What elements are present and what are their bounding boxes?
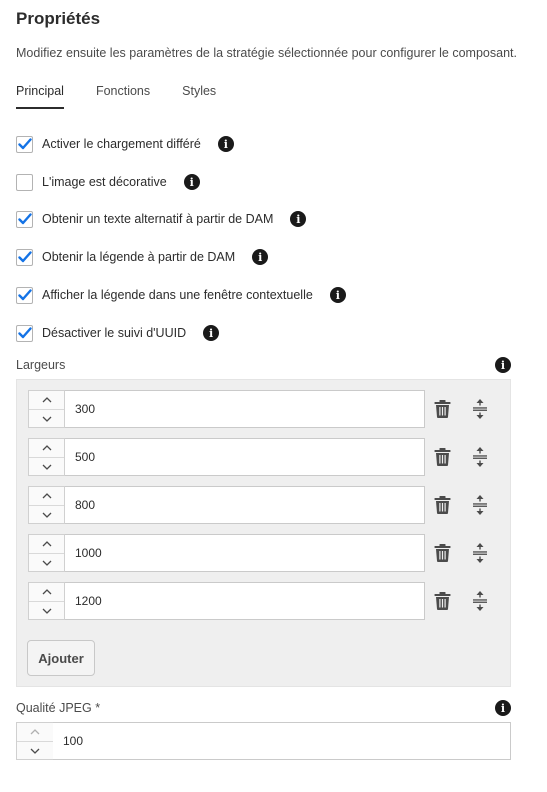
trash-icon[interactable] [434,400,451,423]
trash-icon[interactable] [434,544,451,567]
chevron-up-icon [42,541,51,547]
chevron-down-icon [42,560,51,566]
width-input[interactable]: 500 [65,438,425,476]
checkmark-icon [17,251,32,263]
decrement-button[interactable] [29,409,64,428]
increment-button[interactable] [29,583,64,601]
increment-button[interactable] [29,439,64,457]
increment-button[interactable] [29,535,64,553]
checkbox-row-alt-from-dam: Obtenir un texte alternatif à partir de … [16,209,307,229]
info-icon[interactable]: i [217,136,234,152]
trash-icon[interactable] [434,592,451,615]
tab-bar: Principal Fonctions Styles [16,83,248,110]
checkbox-caption-from-dam[interactable] [16,248,33,266]
jpeg-quality-input[interactable]: 100 [53,722,511,760]
checkbox-label: Obtenir la légende à partir de DAM [42,250,236,264]
checkbox-label: Afficher la légende dans une fenêtre con… [42,288,313,302]
jpeg-quality-label: Qualité JPEG * [16,701,101,715]
width-input[interactable]: 1200 [65,582,425,620]
chevron-down-icon [42,416,51,422]
checkmark-icon [17,213,32,225]
number-stepper [28,582,65,620]
page-title: Propriétés [16,9,101,28]
tab-fonctions[interactable]: Fonctions [96,83,150,109]
info-icon[interactable]: i [183,174,200,190]
chevron-up-icon [42,589,51,595]
chevron-up-icon [42,397,51,403]
number-stepper [28,438,65,476]
info-icon[interactable]: i [290,211,307,227]
increment-button[interactable] [29,391,64,409]
checkbox-row-caption-popup: Afficher la légende dans une fenêtre con… [16,285,346,305]
decrement-button[interactable] [29,505,64,524]
add-width-button[interactable]: Ajouter [27,640,95,676]
width-input[interactable]: 1000 [65,534,425,572]
chevron-down-icon [42,512,51,518]
info-icon[interactable]: i [495,357,511,373]
reorder-icon[interactable] [473,495,487,520]
checkbox-row-caption-from-dam: Obtenir la légende à partir de DAM i [16,247,269,267]
checkbox-row-lazy-loading: Activer le chargement différé i [16,134,234,154]
reorder-icon[interactable] [473,447,487,472]
checkbox-caption-popup[interactable] [16,286,33,304]
checkbox-label: Obtenir un texte alternatif à partir de … [42,212,274,226]
info-icon[interactable]: i [203,325,220,341]
checkbox-row-decorative: L'image est décorative i [16,172,200,192]
checkbox-row-disable-uuid: Désactiver le suivi d'UUID i [16,323,220,343]
chevron-down-icon [30,748,40,754]
widths-multifield: 300 500 800 1000 1200 Ajouter [16,379,511,687]
info-icon[interactable]: i [495,700,511,716]
checkbox-alt-from-dam[interactable] [16,210,33,228]
chevron-down-icon [42,608,51,614]
checkmark-icon [17,327,32,339]
number-stepper [16,722,54,760]
number-stepper [28,486,65,524]
tab-styles[interactable]: Styles [182,83,216,109]
checkmark-icon [17,289,32,301]
checkbox-label: Activer le chargement différé [42,137,201,151]
trash-icon[interactable] [434,448,451,471]
chevron-up-icon [30,729,40,735]
increment-button[interactable] [17,723,53,741]
checkmark-icon [17,138,32,150]
trash-icon[interactable] [434,496,451,519]
checkbox-disable-uuid[interactable] [16,324,33,342]
info-icon[interactable]: i [329,287,346,303]
checkbox-decorative[interactable] [16,173,33,191]
increment-button[interactable] [29,487,64,505]
widths-label: Largeurs [16,358,66,372]
jpeg-quality-field: 100 [16,722,511,760]
checkbox-label: Désactiver le suivi d'UUID [42,326,187,340]
number-stepper [28,390,65,428]
decrement-button[interactable] [17,741,53,760]
page-description: Modifiez ensuite les paramètres de la st… [16,46,517,60]
chevron-down-icon [42,464,51,470]
decrement-button[interactable] [29,553,64,572]
chevron-up-icon [42,445,51,451]
checkbox-lazy-loading[interactable] [16,135,33,153]
reorder-icon[interactable] [473,399,487,424]
checkbox-label: L'image est décorative [42,175,167,189]
width-input[interactable]: 300 [65,390,425,428]
decrement-button[interactable] [29,601,64,620]
width-input[interactable]: 800 [65,486,425,524]
tab-principal[interactable]: Principal [16,83,64,109]
chevron-up-icon [42,493,51,499]
number-stepper [28,534,65,572]
decrement-button[interactable] [29,457,64,476]
reorder-icon[interactable] [473,591,487,616]
info-icon[interactable]: i [252,249,269,265]
reorder-icon[interactable] [473,543,487,568]
